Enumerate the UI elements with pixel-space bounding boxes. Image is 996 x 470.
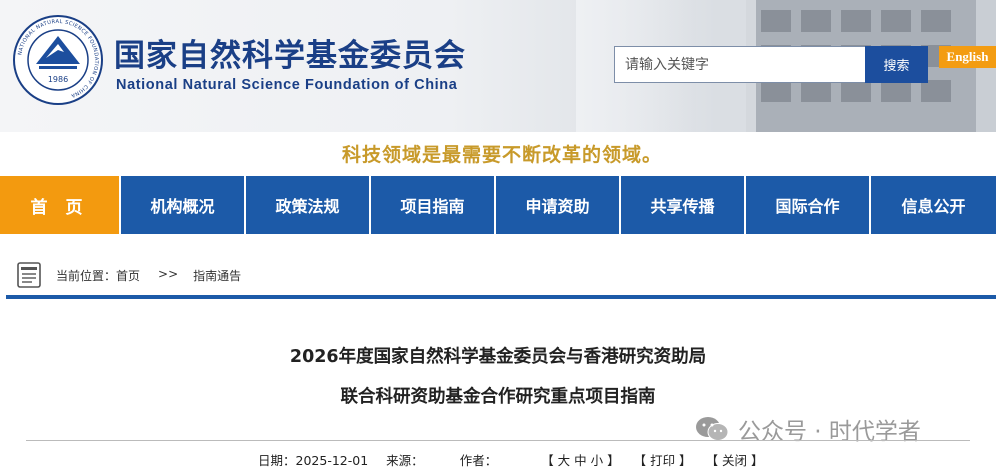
breadcrumb-current[interactable]: 指南通告 bbox=[193, 267, 241, 284]
nav-item-policy[interactable]: 政策法规 bbox=[246, 176, 371, 234]
article-title-line1: 2026年度国家自然科学基金委员会与香港研究资助局 bbox=[289, 347, 707, 367]
author-label: 作者： bbox=[459, 453, 498, 468]
breadcrumb-separator: >> bbox=[158, 267, 179, 281]
logo-year: 1986 bbox=[48, 75, 68, 84]
nav-item-international[interactable]: 国际合作 bbox=[746, 176, 871, 234]
meta-divider bbox=[26, 440, 970, 441]
article-meta: 日期：2025-12-01 来源： 作者： 【 大 中 小 】【 打印 】【 关闭 】 bbox=[258, 450, 764, 469]
nav-item-apply[interactable]: 申请资助 bbox=[496, 176, 621, 234]
date-label: 日期： bbox=[258, 453, 296, 468]
close-button[interactable]: 【 关闭 】 bbox=[706, 453, 764, 468]
nav-item-share[interactable]: 共享传播 bbox=[621, 176, 746, 234]
breadcrumb-divider bbox=[6, 295, 996, 299]
nav-item-disclosure[interactable]: 信息公开 bbox=[871, 176, 996, 234]
nav-item-guide[interactable]: 项目指南 bbox=[371, 176, 496, 234]
nav-item-home[interactable]: 首 页 bbox=[0, 176, 121, 234]
main-nav: 首 页 机构概况 政策法规 项目指南 申请资助 共享传播 国际合作 信息公开 bbox=[0, 176, 996, 234]
print-button[interactable]: 【 打印 】 bbox=[634, 453, 692, 468]
english-button[interactable]: English bbox=[939, 46, 996, 68]
nav-item-about[interactable]: 机构概况 bbox=[121, 176, 246, 234]
breadcrumb-prefix: 当前位置： bbox=[56, 269, 117, 283]
nsfc-logo[interactable]: 1986 NATIONAL NATURAL SCIENCE FOUNDATION… bbox=[12, 14, 104, 106]
font-size-control[interactable]: 【 大 中 小 】 bbox=[541, 453, 619, 468]
slogan: 科技领域是最需要不断改革的领域。 bbox=[341, 144, 662, 166]
breadcrumb-home-link[interactable]: 首页 bbox=[116, 267, 140, 284]
date-value: 2025-12-01 bbox=[295, 453, 369, 468]
site-title-en: National Natural Science Foundation of C… bbox=[116, 77, 458, 93]
breadcrumb: 当前位置： 首页 >> 指南通告 bbox=[56, 267, 241, 284]
search-box bbox=[614, 46, 866, 83]
source-label: 来源： bbox=[386, 453, 424, 468]
search-input[interactable] bbox=[615, 47, 865, 82]
site-header: 1986 NATIONAL NATURAL SCIENCE FOUNDATION… bbox=[0, 0, 996, 132]
article-title-line2: 联合科研资助基金合作研究重点项目指南 bbox=[340, 387, 656, 407]
site-title-cn: 国家自然科学基金委员会 bbox=[114, 38, 466, 74]
search-button[interactable]: 搜索 bbox=[865, 46, 928, 83]
document-icon bbox=[17, 262, 41, 288]
